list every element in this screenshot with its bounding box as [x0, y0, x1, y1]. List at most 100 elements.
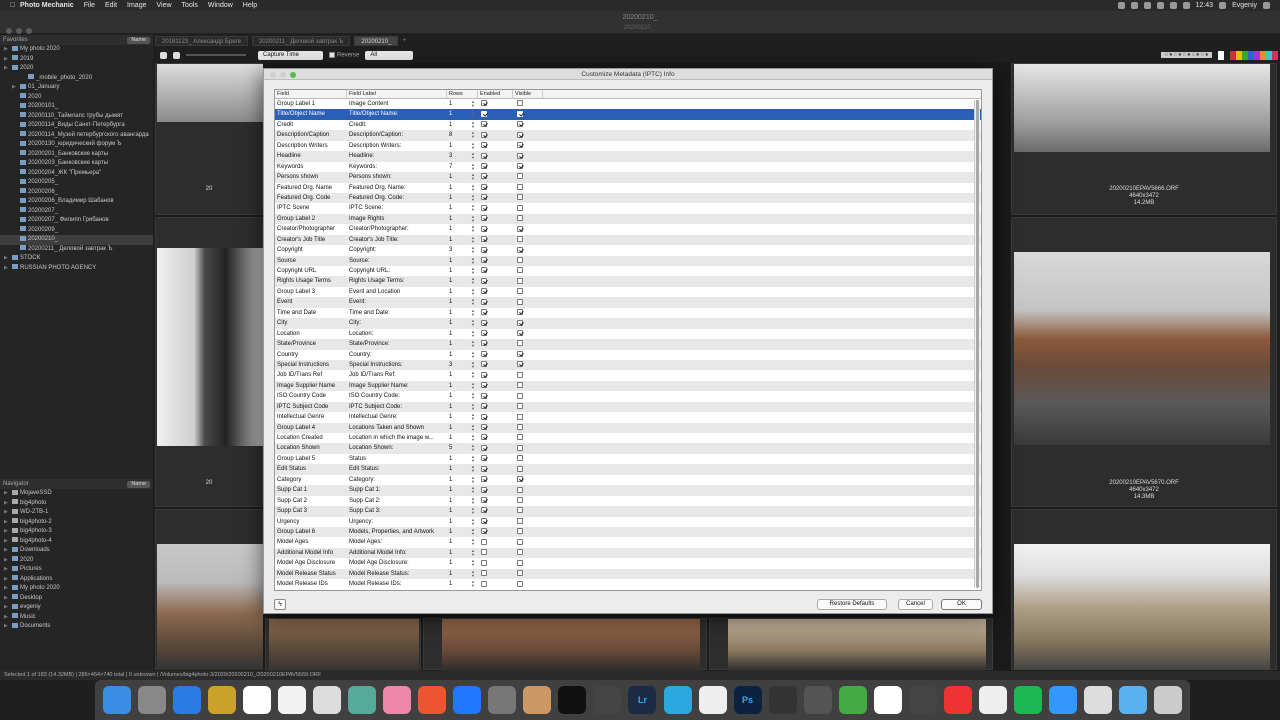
table-row[interactable]: Event Event: 1 ▲ ▼	[275, 297, 981, 308]
field-label-cell[interactable]: Copyright:	[347, 245, 447, 255]
rows-stepper[interactable]: ▲ ▼	[471, 308, 475, 317]
rows-value[interactable]: 1	[449, 393, 452, 399]
enabled-checkbox[interactable]	[481, 121, 487, 128]
rows-value[interactable]: 1	[449, 111, 452, 117]
field-label-cell[interactable]: Image Supplier Name:	[347, 381, 447, 391]
rows-value[interactable]: 1	[449, 498, 452, 504]
dialog-close-button[interactable]	[270, 71, 276, 78]
table-row[interactable]: Headline Headline: 3 ▲ ▼	[275, 151, 981, 162]
disclosure-triangle-icon[interactable]: ▶	[4, 546, 12, 556]
table-row[interactable]: Description Writers Description Writers: 1…	[275, 140, 981, 152]
visible-checkbox[interactable]	[517, 382, 523, 389]
rows-value[interactable]: 1	[449, 341, 452, 347]
visible-checkbox[interactable]	[517, 163, 523, 170]
enabled-checkbox[interactable]	[481, 215, 487, 222]
rows-value[interactable]: 1	[449, 560, 452, 566]
table-row[interactable]: Special Instructions Special Instructions…	[275, 359, 981, 371]
visible-checkbox[interactable]	[517, 549, 523, 556]
enabled-checkbox[interactable]	[481, 204, 487, 211]
rows-stepper[interactable]: ▲ ▼	[471, 340, 475, 348]
enabled-checkbox[interactable]	[481, 507, 487, 514]
rows-stepper[interactable]: ▲ ▼	[471, 527, 475, 536]
tab-contact-sheet[interactable]: 20200211_ Деловой завтрак Ъ	[251, 35, 351, 46]
rows-stepper[interactable]: ▲ ▼	[471, 392, 475, 400]
rows-stepper[interactable]: ▲ ▼	[471, 329, 475, 338]
enabled-checkbox[interactable]	[481, 319, 487, 326]
globe-icon[interactable]	[838, 686, 867, 714]
rows-stepper[interactable]: ▲ ▼	[471, 183, 475, 192]
enabled-checkbox[interactable]	[481, 277, 487, 284]
table-row[interactable]: Location Location: 1 ▲ ▼	[275, 328, 981, 340]
field-label-cell[interactable]: Location:	[347, 329, 447, 339]
capture-icon[interactable]	[803, 686, 832, 714]
camera-icon[interactable]	[768, 686, 797, 714]
table-row[interactable]: Urgency Urgency: 1 ▲ ▼	[275, 516, 981, 527]
rows-stepper[interactable]: ▲ ▼	[471, 267, 475, 275]
disclosure-triangle-icon[interactable]: ▶	[4, 45, 12, 55]
field-label-cell[interactable]: Event and Location	[347, 287, 447, 297]
visible-checkbox[interactable]	[517, 444, 523, 451]
enabled-checkbox[interactable]	[481, 455, 487, 462]
rows-value[interactable]: 1	[449, 550, 452, 556]
app-store-icon[interactable]	[453, 686, 482, 714]
rows-value[interactable]: 1	[449, 529, 452, 535]
maps-icon[interactable]	[348, 686, 377, 714]
field-label-cell[interactable]: Source:	[347, 256, 447, 266]
enabled-checkbox[interactable]	[481, 361, 487, 368]
enabled-checkbox[interactable]	[481, 549, 487, 556]
preview-icon[interactable]	[1083, 686, 1112, 714]
rows-stepper[interactable]: ▲ ▼	[471, 486, 475, 494]
thumbnail-cell[interactable]: 20	[155, 217, 263, 507]
navigator-item[interactable]: ▶ MojaveSSD	[0, 489, 153, 499]
rows-value[interactable]: 7	[449, 164, 452, 170]
navigator-item[interactable]: ▶ big4photo-4	[0, 537, 153, 547]
rows-stepper[interactable]: ▲ ▼	[471, 100, 475, 108]
thumbnail-cell[interactable]	[709, 618, 993, 671]
enabled-checkbox[interactable]	[481, 288, 487, 295]
rows-value[interactable]: 1	[449, 289, 452, 295]
table-row[interactable]: Group Label 1 Image Content 1 ▲ ▼	[275, 99, 981, 110]
visible-checkbox[interactable]	[517, 497, 523, 504]
enabled-checkbox[interactable]	[481, 246, 487, 253]
rows-value[interactable]: 1	[449, 435, 452, 441]
rows-stepper[interactable]: ▲ ▼	[471, 319, 475, 327]
sidebar-item-folder[interactable]: 20200207_ Филипп Грибанов	[0, 216, 153, 226]
window-close-button[interactable]	[6, 28, 12, 34]
sidebar-item-folder[interactable]: ▶ 2020	[0, 64, 153, 74]
field-label-cell[interactable]: Headline:	[347, 151, 447, 161]
visible-checkbox[interactable]	[517, 413, 523, 420]
rows-value[interactable]: 1	[449, 299, 452, 305]
field-label-cell[interactable]: Credit:	[347, 120, 447, 130]
field-label-cell[interactable]: Copyright URL:	[347, 266, 447, 276]
table-row[interactable]: Copyright URL Copyright URL: 1 ▲ ▼	[275, 266, 981, 277]
rows-stepper[interactable]: ▲ ▼	[471, 538, 475, 546]
sidebar-item-folder[interactable]: 20200207_	[0, 207, 153, 217]
search-icon[interactable]	[1219, 2, 1227, 9]
telegram-icon[interactable]	[663, 686, 692, 714]
rows-value[interactable]: 3	[449, 362, 452, 368]
table-row[interactable]: Featured Org. Name Featured Org. Name: 1 ▲ ▼	[275, 182, 981, 193]
sidebar-item-folder[interactable]: 20200114_Музей петербургского авангарда	[0, 131, 153, 141]
field-label-cell[interactable]: ISO Country Code:	[347, 391, 447, 401]
disclosure-triangle-icon[interactable]: ▶	[4, 64, 12, 74]
sidebar-item-folder[interactable]: 20200201_Банковские карты	[0, 150, 153, 160]
field-label-cell[interactable]: Title/Object Name:	[347, 109, 447, 119]
enabled-checkbox[interactable]	[481, 267, 487, 274]
rows-stepper[interactable]: ▲ ▼	[471, 423, 475, 432]
table-row[interactable]: Supp Cat 3 Supp Cat 3: 1 ▲ ▼	[275, 506, 981, 517]
rows-stepper[interactable]: ▲ ▼	[471, 507, 475, 515]
column-header-visible[interactable]: Visible	[513, 90, 543, 98]
rows-value[interactable]: 3	[449, 247, 452, 253]
sidebar-item-folder[interactable]: 20200114_Виды Санкт-Петербурга	[0, 121, 153, 131]
table-row[interactable]: ISO Country Code ISO Country Code: 1 ▲ ▼	[275, 391, 981, 402]
enabled-checkbox[interactable]	[481, 236, 487, 243]
enabled-checkbox[interactable]	[481, 194, 487, 201]
visible-checkbox[interactable]	[517, 319, 523, 326]
field-label-cell[interactable]: Special Instructions:	[347, 360, 447, 370]
finder-icon[interactable]	[103, 686, 131, 714]
enabled-checkbox[interactable]	[481, 340, 487, 347]
photo-mechanic-icon[interactable]	[593, 686, 622, 714]
rows-stepper[interactable]: ▲ ▼	[471, 298, 475, 306]
disclosure-triangle-icon[interactable]: ▶	[4, 556, 12, 566]
table-row[interactable]: Copyright Copyright: 3 ▲ ▼	[275, 245, 981, 256]
